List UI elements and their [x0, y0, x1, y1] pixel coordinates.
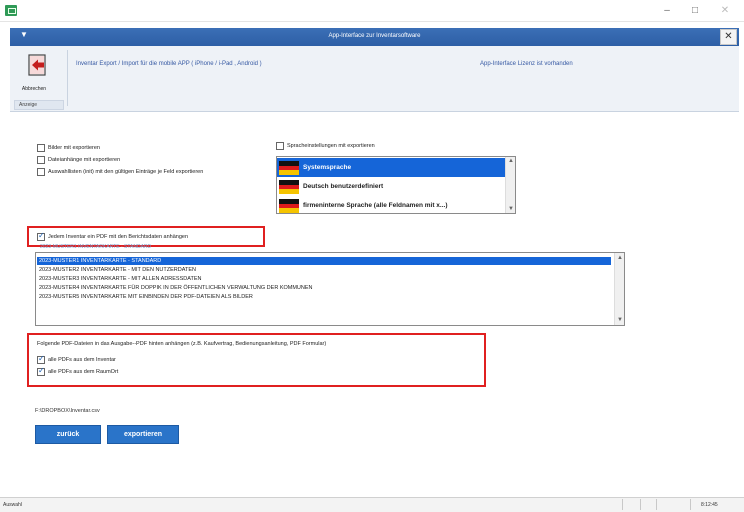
scroll-down-icon[interactable]: ▼	[616, 317, 624, 323]
germany-flag-icon	[279, 199, 299, 213]
ribbon-group-label: Anzeige	[14, 100, 64, 110]
room-pdfs-label: alle PDFs aus dem RaumOrt	[48, 369, 119, 375]
export-language-settings-checkbox[interactable]	[276, 142, 284, 150]
export-attachments-label: Dateianhänge mit exportieren	[48, 157, 121, 163]
attach-pdf-checkbox[interactable]	[37, 231, 45, 241]
export-attachments-checkbox[interactable]	[37, 156, 45, 164]
germany-flag-icon	[279, 161, 299, 175]
status-cell	[690, 499, 691, 510]
status-cell	[622, 499, 623, 510]
window-close-button[interactable]: ✕	[710, 2, 740, 19]
language-item[interactable]: firmeninterne Sprache (alle Feldnamen mi…	[277, 196, 505, 213]
room-pdfs-checkbox[interactable]	[37, 366, 45, 376]
inventory-pdfs-checkbox[interactable]	[37, 354, 45, 364]
license-status: App-Interface Lizenz ist vorhanden	[480, 61, 573, 67]
language-list[interactable]: Systemsprache Deutsch benutzerdefiniert …	[276, 156, 516, 214]
export-images-checkbox[interactable]	[37, 144, 45, 152]
export-selection-lists-label: Auswahllisten (init) mit den gültigen Ei…	[48, 169, 204, 175]
maximize-button[interactable]: □	[680, 2, 710, 19]
window-titlebar	[0, 0, 744, 22]
language-label: Deutsch benutzerdefiniert	[303, 183, 384, 190]
export-selection-lists-checkbox[interactable]	[37, 168, 45, 176]
dialog-title: App-Interface zur Inventarsoftware	[328, 33, 421, 39]
report-item[interactable]: 2023-MUSTER3 INVENTARKARTE - MIT ALLEN A…	[37, 275, 611, 283]
scroll-down-icon[interactable]: ▼	[507, 206, 515, 212]
cancel-label: Abbrechen	[21, 86, 47, 92]
report-item[interactable]: 2023-MUSTER5 INVENTARKARTE MIT EINBINDEN…	[37, 293, 611, 301]
status-cell	[640, 499, 641, 510]
scroll-up-icon[interactable]: ▲	[507, 158, 515, 164]
language-item[interactable]: Systemsprache	[277, 158, 505, 177]
ribbon-caption: Inventar Export / Import für die mobile …	[76, 61, 262, 67]
language-label: Systemsprache	[303, 164, 352, 171]
germany-flag-icon	[279, 180, 299, 194]
report-list[interactable]: 2023-MUSTER1 INVENTARKARTE - STANDARD 20…	[35, 252, 625, 326]
minimize-button[interactable]: –	[652, 2, 682, 19]
scroll-up-icon[interactable]: ▲	[616, 255, 624, 261]
ribbon	[10, 46, 739, 112]
exit-icon	[28, 54, 46, 76]
inventory-pdfs-label: alle PDFs aus dem Inventar	[48, 357, 116, 363]
report-item[interactable]: 2023-MUSTER2 INVENTARKARTE - MIT DEN NUT…	[37, 266, 611, 274]
report-item[interactable]: 2023-MUSTER1 INVENTARKARTE - STANDARD	[37, 257, 611, 265]
report-item[interactable]: 2023-MUSTER4 INVENTARKARTE FÜR DOPPIK IN…	[37, 284, 611, 292]
back-button[interactable]: zurück	[35, 425, 101, 444]
selected-report-hint: 2023-MUSTER1 INVENTARKARTE - STANDARD	[40, 244, 152, 250]
language-item[interactable]: Deutsch benutzerdefiniert	[277, 177, 505, 196]
app-icon	[5, 5, 17, 16]
export-button[interactable]: exportieren	[107, 425, 179, 444]
pdf-append-heading: Folgende PDF-Dateien in das Ausgabe--PDF…	[37, 341, 327, 347]
attach-pdf-label: Jedem Inventar ein PDF mit den Berichtsd…	[48, 234, 189, 240]
dialog-close-button[interactable]: ✕	[720, 29, 737, 45]
status-text: Auswahl	[3, 502, 22, 508]
export-path: F:\DROPBOX\Inventar.csv	[35, 408, 100, 414]
export-language-settings-label: Spracheinstellungen mit exportieren	[287, 143, 375, 149]
language-label: firmeninterne Sprache (alle Feldnamen mi…	[303, 202, 448, 209]
language-list-scrollbar[interactable]: ▲ ▼	[505, 157, 515, 213]
export-images-label: Bilder mit exportieren	[48, 145, 100, 151]
report-list-scrollbar[interactable]: ▲ ▼	[614, 253, 624, 325]
status-cell	[656, 499, 657, 510]
ribbon-divider	[67, 50, 68, 106]
status-bar	[0, 497, 744, 512]
status-clock: 8:12:45	[701, 502, 718, 508]
